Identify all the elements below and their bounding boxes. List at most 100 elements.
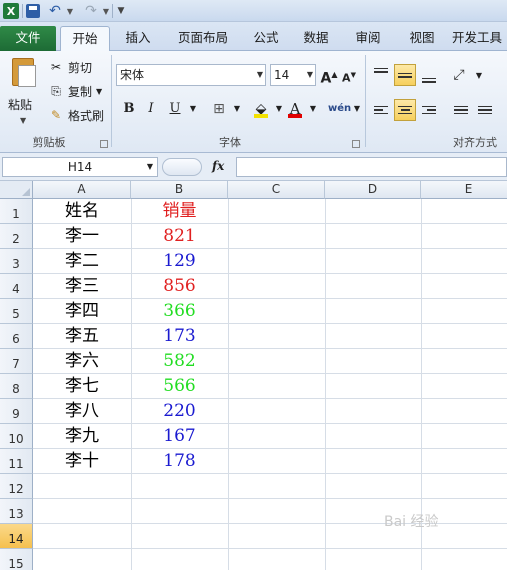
font-color-dropdown-icon[interactable]: ▼: [304, 99, 322, 119]
row-header-15[interactable]: 15: [0, 549, 33, 570]
font-launcher-icon[interactable]: [352, 140, 360, 148]
tab-developer[interactable]: 开发工具: [452, 26, 507, 51]
row-header-8[interactable]: 8: [0, 374, 33, 399]
cell-b9[interactable]: 220: [131, 399, 228, 424]
format-painter-button[interactable]: ✎ 格式刷: [48, 105, 104, 125]
decrease-indent-icon[interactable]: [450, 99, 472, 121]
customize-quick-access-icon[interactable]: ▼: [116, 3, 126, 19]
font-family-select[interactable]: 宋体 ▼: [116, 64, 266, 86]
insert-function-icon[interactable]: fx: [212, 159, 224, 173]
cell-a6[interactable]: 李五: [33, 324, 131, 349]
cell-a8[interactable]: 李七: [33, 374, 131, 399]
cell-a2[interactable]: 李一: [33, 224, 131, 249]
underline-button[interactable]: U: [166, 99, 184, 119]
excel-logo-icon[interactable]: X: [3, 3, 19, 19]
cell-b5[interactable]: 366: [131, 299, 228, 324]
copy-button[interactable]: ⎘ 复制 ▼: [48, 81, 102, 101]
align-middle-icon[interactable]: [394, 64, 416, 86]
copy-dropdown-icon[interactable]: ▼: [96, 87, 102, 96]
cell-a3[interactable]: 李二: [33, 249, 131, 274]
cell-b2[interactable]: 821: [131, 224, 228, 249]
fill-color-icon[interactable]: ⬙: [252, 99, 270, 119]
cell-a1[interactable]: 姓名: [33, 199, 131, 224]
paste-dropdown-icon[interactable]: ▼: [20, 116, 26, 125]
orientation-dropdown-icon[interactable]: ▼: [470, 66, 488, 86]
row-header-1[interactable]: 1: [0, 199, 33, 224]
cell-a5[interactable]: 李四: [33, 299, 131, 324]
paste-button[interactable]: 粘贴 ▼: [6, 56, 42, 128]
tab-home[interactable]: 开始: [60, 26, 110, 52]
align-left-icon[interactable]: [370, 99, 392, 121]
align-top-icon[interactable]: [370, 64, 392, 86]
row-header-7[interactable]: 7: [0, 349, 33, 374]
align-bottom-icon[interactable]: [418, 64, 440, 86]
tab-data[interactable]: 数据: [296, 26, 336, 51]
select-all-corner[interactable]: [0, 181, 33, 199]
cell-a11[interactable]: 李十: [33, 449, 131, 474]
clipboard-launcher-icon[interactable]: [100, 140, 108, 148]
tab-insert[interactable]: 插入: [116, 26, 160, 51]
row-header-2[interactable]: 2: [0, 224, 33, 249]
row-header-10[interactable]: 10: [0, 424, 33, 449]
cell-b10[interactable]: 167: [131, 424, 228, 449]
italic-button[interactable]: I: [142, 99, 160, 119]
formula-bar-resize-handle[interactable]: [162, 158, 202, 176]
row-header-4[interactable]: 4: [0, 274, 33, 299]
column-header-b[interactable]: B: [131, 181, 228, 199]
tab-file[interactable]: 文件: [0, 26, 56, 51]
redo-dropdown-icon[interactable]: ▼: [102, 3, 110, 19]
bold-button[interactable]: B: [120, 99, 138, 119]
cell-a9[interactable]: 李八: [33, 399, 131, 424]
increase-font-size-icon[interactable]: A▲: [320, 65, 338, 87]
cell-a10[interactable]: 李九: [33, 424, 131, 449]
underline-dropdown-icon[interactable]: ▼: [184, 99, 202, 119]
phonetic-dropdown-icon[interactable]: ▼: [348, 99, 366, 119]
tab-view[interactable]: 视图: [400, 26, 444, 51]
row-header-6[interactable]: 6: [0, 324, 33, 349]
cell-b4[interactable]: 856: [131, 274, 228, 299]
row-header-3[interactable]: 3: [0, 249, 33, 274]
align-right-icon[interactable]: [418, 99, 440, 121]
font-size-dropdown-icon[interactable]: ▼: [307, 65, 313, 85]
align-center-icon[interactable]: [394, 99, 416, 121]
row-header-12[interactable]: 12: [0, 474, 33, 499]
column-header-d[interactable]: D: [325, 181, 421, 199]
formula-input[interactable]: [236, 157, 507, 177]
font-size-select[interactable]: 14 ▼: [270, 64, 316, 86]
column-header-e[interactable]: E: [421, 181, 507, 199]
phonetic-icon[interactable]: wén: [328, 99, 351, 119]
row-header-13[interactable]: 13: [0, 499, 33, 524]
row-header-11[interactable]: 11: [0, 449, 33, 474]
name-box-dropdown-icon[interactable]: ▼: [147, 158, 153, 176]
tab-review[interactable]: 审阅: [346, 26, 390, 51]
tab-formulas[interactable]: 公式: [246, 26, 286, 51]
row-header-9[interactable]: 9: [0, 399, 33, 424]
border-dropdown-icon[interactable]: ▼: [228, 99, 246, 119]
cell-a7[interactable]: 李六: [33, 349, 131, 374]
cell-b7[interactable]: 582: [131, 349, 228, 374]
cell-b6[interactable]: 173: [131, 324, 228, 349]
row-header-14[interactable]: 14: [0, 524, 33, 549]
tab-page-layout[interactable]: 页面布局: [170, 26, 236, 51]
name-box[interactable]: H14 ▼: [2, 157, 158, 177]
save-icon[interactable]: [26, 4, 40, 18]
worksheet-grid[interactable]: A B C D E 1 2 3 4 5 6 7 8 9 10 11 12 13 14 15 姓名 销量 李一…: [0, 181, 507, 570]
orientation-icon[interactable]: ⤢: [448, 64, 470, 86]
cell-b1[interactable]: 销量: [131, 199, 228, 224]
cut-button[interactable]: ✂ 剪切: [48, 57, 92, 77]
undo-dropdown-icon[interactable]: ▼: [66, 3, 74, 19]
cell-b3[interactable]: 129: [131, 249, 228, 274]
decrease-font-size-icon[interactable]: A▼: [340, 65, 358, 85]
border-icon[interactable]: ⊞: [210, 99, 228, 119]
column-header-a[interactable]: A: [33, 181, 131, 199]
undo-icon[interactable]: ↶: [48, 3, 62, 19]
cell-b8[interactable]: 566: [131, 374, 228, 399]
column-header-c[interactable]: C: [228, 181, 325, 199]
increase-indent-icon[interactable]: [474, 99, 496, 121]
font-color-icon[interactable]: A: [286, 99, 304, 119]
row-header-5[interactable]: 5: [0, 299, 33, 324]
cell-a4[interactable]: 李三: [33, 274, 131, 299]
cell-b11[interactable]: 178: [131, 449, 228, 474]
font-family-dropdown-icon[interactable]: ▼: [257, 65, 263, 85]
redo-icon[interactable]: ↷: [84, 3, 98, 19]
